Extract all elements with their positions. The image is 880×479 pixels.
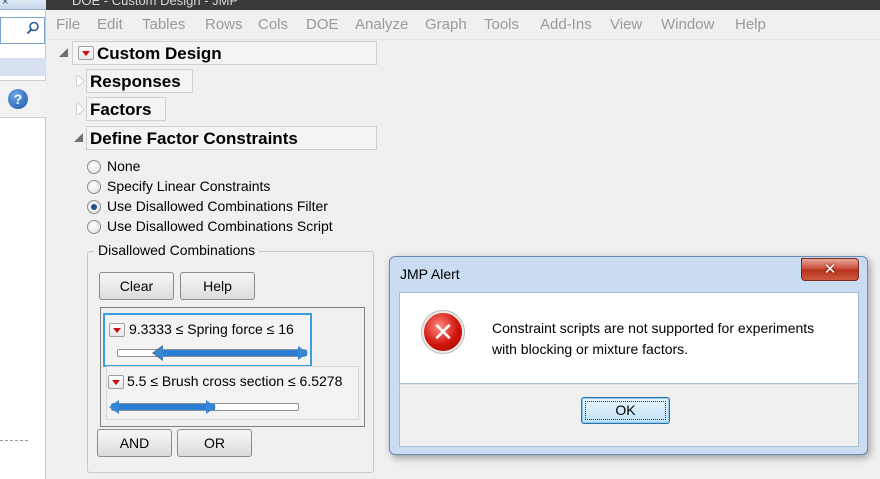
title-bar: DOE - Custom Design - JMP	[46, 0, 880, 10]
disclosure-open-icon[interactable]	[74, 133, 83, 142]
radio-label: Use Disallowed Combinations Script	[107, 218, 333, 234]
and-button[interactable]: AND	[97, 429, 172, 457]
error-icon: ✕	[422, 311, 464, 353]
left-help-area: ?	[0, 80, 46, 118]
jmp-alert-dialog: JMP Alert ✕ ✕ Constraint scripts are not…	[389, 256, 868, 455]
dialog-body: ✕ Constraint scripts are not supported f…	[399, 292, 859, 384]
menu-cols[interactable]: Cols	[258, 16, 288, 33]
menu-edit[interactable]: Edit	[97, 16, 123, 33]
filter-range-text: 9.3333 ≤ Spring force ≤ 16	[129, 321, 294, 337]
window-title: DOE - Custom Design - JMP	[72, 0, 239, 8]
menu-analyze[interactable]: Analyze	[355, 16, 408, 33]
red-triangle-menu-icon[interactable]	[108, 375, 124, 389]
alert-message-line: with blocking or mixture factors.	[492, 341, 689, 357]
radio-button[interactable]	[87, 180, 101, 194]
outline-define-constraints[interactable]: Define Factor Constraints	[86, 126, 377, 150]
menu-bar: File Edit Tables Rows Cols DOE Analyze G…	[46, 10, 880, 40]
slider-high-handle[interactable]	[206, 400, 217, 414]
alert-message: Constraint scripts are not supported for…	[492, 318, 814, 360]
radio-label: None	[107, 158, 141, 174]
range-slider-fill	[155, 350, 307, 356]
menu-tools[interactable]: Tools	[484, 16, 519, 33]
disclosure-open-icon[interactable]	[59, 48, 68, 57]
radio-button[interactable]	[87, 220, 101, 234]
help-button[interactable]: Help	[180, 272, 255, 300]
left-tab-close-icon[interactable]: ×	[2, 0, 8, 8]
radio-label: Specify Linear Constraints	[107, 178, 271, 194]
outline-factors[interactable]: Factors	[86, 97, 166, 121]
red-triangle-menu-icon[interactable]	[78, 46, 94, 60]
group-title: Disallowed Combinations	[94, 242, 260, 258]
left-panel-band	[0, 58, 46, 76]
slider-low-handle[interactable]	[152, 346, 163, 360]
disclosure-closed-icon[interactable]	[77, 103, 84, 115]
left-side-panel: × ?	[0, 0, 46, 479]
dialog-footer: OK	[399, 384, 859, 447]
menu-doe[interactable]: DOE	[306, 16, 339, 33]
help-icon[interactable]: ?	[8, 89, 28, 109]
clear-button[interactable]: Clear	[99, 272, 174, 300]
focus-ring	[585, 401, 666, 420]
ok-button[interactable]: OK	[581, 397, 670, 424]
left-search-input[interactable]	[0, 17, 45, 44]
slider-high-handle[interactable]	[298, 346, 308, 360]
outline-title: Custom Design	[97, 44, 222, 63]
left-tab-strip[interactable]: ×	[0, 0, 46, 10]
close-button[interactable]: ✕	[801, 258, 859, 281]
red-triangle-menu-icon[interactable]	[109, 323, 125, 337]
outline-responses[interactable]: Responses	[86, 69, 193, 93]
alert-message-line: Constraint scripts are not supported for…	[492, 320, 815, 336]
dialog-title: JMP Alert	[400, 266, 460, 282]
outline-title: Define Factor Constraints	[90, 129, 298, 148]
outline-custom-design[interactable]: Custom Design	[72, 41, 377, 65]
close-icon: ✕	[823, 261, 837, 278]
filter-list: 9.3333 ≤ Spring force ≤ 16 5.5 ≤ Brush c…	[100, 307, 365, 427]
outline-title: Responses	[90, 72, 181, 91]
search-icon[interactable]	[26, 21, 40, 35]
filter-spring-force[interactable]: 9.3333 ≤ Spring force ≤ 16	[103, 313, 312, 367]
filter-range-text: 5.5 ≤ Brush cross section ≤ 6.5278	[127, 373, 343, 389]
slider-low-handle[interactable]	[109, 400, 119, 414]
menu-add-ins[interactable]: Add-Ins	[540, 16, 592, 33]
radio-button-selected[interactable]	[87, 200, 101, 214]
menu-file[interactable]: File	[56, 16, 80, 33]
disclosure-closed-icon[interactable]	[77, 75, 84, 87]
menu-rows[interactable]: Rows	[205, 16, 243, 33]
radio-button[interactable]	[87, 160, 101, 174]
menu-view[interactable]: View	[610, 16, 642, 33]
left-panel-divider	[0, 440, 28, 446]
menu-window[interactable]: Window	[661, 16, 714, 33]
outline-title: Factors	[90, 100, 152, 119]
menu-help[interactable]: Help	[735, 16, 766, 33]
menu-tables[interactable]: Tables	[142, 16, 185, 33]
range-slider-fill	[112, 404, 216, 410]
or-button[interactable]: OR	[177, 429, 252, 457]
radio-label: Use Disallowed Combinations Filter	[107, 198, 328, 214]
filter-brush-cross-section[interactable]: 5.5 ≤ Brush cross section ≤ 6.5278	[106, 366, 359, 420]
range-slider-track[interactable]	[111, 403, 299, 411]
menu-graph[interactable]: Graph	[425, 16, 467, 33]
range-slider-track[interactable]	[117, 349, 307, 357]
